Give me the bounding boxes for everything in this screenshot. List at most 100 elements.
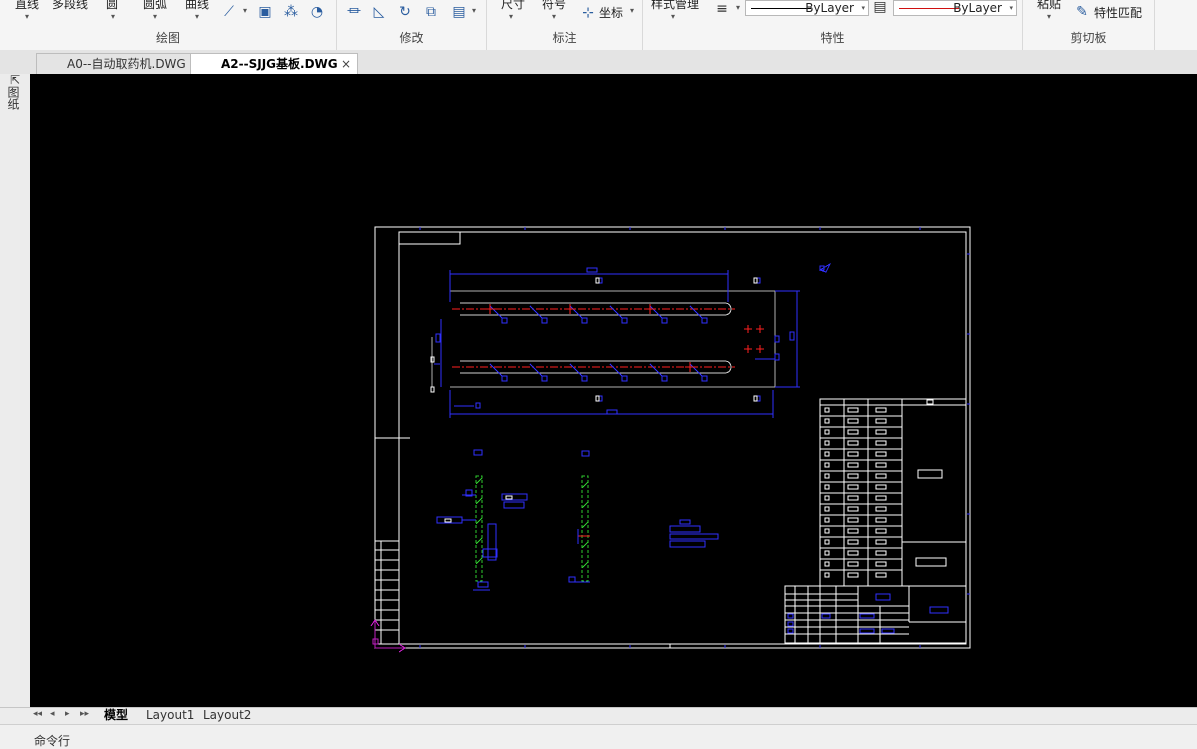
parts-cell-marker xyxy=(824,418,830,424)
last-layout-icon[interactable]: ▸▸ xyxy=(80,709,89,719)
scale-icon[interactable]: ◺ xyxy=(370,3,388,21)
region-icon[interactable]: ◔ xyxy=(308,3,326,21)
dimension-tool[interactable]: 尺寸 xyxy=(501,0,525,12)
stretch-icon[interactable]: ⏛ xyxy=(345,3,363,21)
drawing-canvas[interactable] xyxy=(30,74,1197,707)
ribbon-toolbar: 直线 ▾ 多段线 圆 ▾ 圆弧 ▾ 曲线 ▾ ⟋ ▾ ▣ ⁂ ◔ 绘图 ⏛ ◺ … xyxy=(0,0,1197,51)
parts-cell-marker xyxy=(875,550,887,556)
dimension-tool-dropdown-icon[interactable]: ▾ xyxy=(509,12,513,21)
annotate-group-title: 标注 xyxy=(552,31,577,45)
drawing-panel-toggle[interactable]: ⇱ 图纸 xyxy=(6,74,24,110)
parts-cell-marker xyxy=(875,451,887,457)
polyline-tool[interactable]: 多段线 xyxy=(52,0,88,12)
rotate-icon[interactable]: ↻ xyxy=(396,3,414,21)
parts-cell-marker xyxy=(847,418,859,424)
parts-cell-marker xyxy=(847,451,859,457)
prev-layout-icon[interactable]: ◂ xyxy=(50,709,55,719)
paste-dropdown-icon[interactable]: ▾ xyxy=(1047,12,1051,21)
draw-group: 直线 ▾ 多段线 圆 ▾ 圆弧 ▾ 曲线 ▾ ⟋ ▾ ▣ ⁂ ◔ 绘图 xyxy=(0,0,337,50)
circle-tool[interactable]: 圆 xyxy=(106,0,118,12)
parts-cell-marker xyxy=(847,473,859,479)
color-combo[interactable]: ByLayer ▾ xyxy=(893,0,1017,16)
arc-tool[interactable]: 圆弧 xyxy=(143,0,167,12)
coordinate-tool[interactable]: 坐标 xyxy=(599,4,623,21)
side-panel: ⇱ 图纸 xyxy=(0,74,31,707)
color-dropdown-icon[interactable]: ▾ xyxy=(1009,1,1013,15)
linetype-dropdown-icon[interactable]: ▾ xyxy=(861,1,865,15)
parts-cell-marker xyxy=(875,429,887,435)
parts-cell-marker xyxy=(824,473,830,479)
parts-cell-marker xyxy=(875,561,887,567)
parts-cell-marker xyxy=(875,407,887,413)
coordinate-icon[interactable]: ⊹ xyxy=(579,4,597,22)
parts-cell-marker xyxy=(847,561,859,567)
parts-cell-marker xyxy=(875,506,887,512)
tab-a2-dwg[interactable]: A2--SJJG基板.DWG × xyxy=(190,53,358,74)
layer-properties-icon[interactable]: ▤ xyxy=(871,0,889,16)
curve-tool-dropdown-icon[interactable]: ▾ xyxy=(195,12,199,21)
command-line-area[interactable]: 命令行 xyxy=(0,724,1197,748)
tab-a2-label: A2--SJJG基板.DWG xyxy=(221,57,338,71)
first-layout-icon[interactable]: ◂◂ xyxy=(33,709,42,719)
parts-cell-marker xyxy=(847,495,859,501)
circle-tool-dropdown-icon[interactable]: ▾ xyxy=(111,12,115,21)
hatch-icon[interactable]: ⁂ xyxy=(282,3,300,21)
cad-drawing xyxy=(370,226,971,653)
parts-cell-marker xyxy=(847,440,859,446)
modify-group-title: 修改 xyxy=(399,31,424,45)
parts-cell-marker xyxy=(875,517,887,523)
section-view-right xyxy=(568,450,590,583)
symbol-tool[interactable]: 符号 xyxy=(542,0,566,12)
tab-model[interactable]: 模型 xyxy=(104,708,128,723)
parts-cell-marker xyxy=(847,484,859,490)
linetype-combo[interactable]: ByLayer ▾ xyxy=(745,0,869,16)
parts-cell-marker xyxy=(875,484,887,490)
tab-layout1[interactable]: Layout1 xyxy=(146,708,194,723)
dimension-lines xyxy=(434,262,832,418)
arc-tool-dropdown-icon[interactable]: ▾ xyxy=(153,12,157,21)
match-properties-tool[interactable]: 特性匹配 xyxy=(1094,4,1142,21)
next-layout-icon[interactable]: ▸ xyxy=(65,709,70,719)
parts-cell-marker xyxy=(824,528,830,534)
document-tab-bar: A0--自动取药机.DWG A2--SJJG基板.DWG × xyxy=(0,50,1197,75)
tab-a0-dwg[interactable]: A0--自动取药机.DWG xyxy=(36,53,196,74)
symbol-tool-dropdown-icon[interactable]: ▾ xyxy=(552,12,556,21)
command-line-label: 命令行 xyxy=(34,734,71,748)
style-manager-dropdown-icon[interactable]: ▾ xyxy=(671,12,675,21)
close-tab-icon[interactable]: × xyxy=(341,54,351,74)
revision-table xyxy=(374,540,400,645)
construction-line-dropdown-icon[interactable]: ▾ xyxy=(243,6,247,15)
modify-group: ⏛ ◺ ↻ ⧉ ▤ ▾ 修改 xyxy=(337,0,487,50)
parts-cell-marker xyxy=(824,429,830,435)
parts-cell-marker xyxy=(824,517,830,523)
paste-tool[interactable]: 粘贴 xyxy=(1037,0,1061,12)
match-properties-icon[interactable]: ✎ xyxy=(1073,3,1091,21)
line-tool[interactable]: 直线 xyxy=(15,0,39,12)
sheet-corner-label-box xyxy=(398,231,461,245)
modify-more-dropdown-icon[interactable]: ▾ xyxy=(472,6,476,15)
copy-icon[interactable]: ⧉ xyxy=(422,3,440,21)
parts-cell-marker xyxy=(824,407,830,413)
parts-cell-marker xyxy=(847,506,859,512)
tab-layout2[interactable]: Layout2 xyxy=(203,708,251,723)
draw-group-title: 绘图 xyxy=(155,31,180,45)
base-plate-top-view xyxy=(430,262,832,418)
tab-a0-label: A0--自动取药机.DWG xyxy=(67,57,186,71)
parts-cell-marker xyxy=(875,440,887,446)
rectangle-icon[interactable]: ▣ xyxy=(256,3,274,21)
edit-icon[interactable]: ▤ xyxy=(450,3,468,21)
curve-tool[interactable]: 曲线 xyxy=(185,0,209,12)
construction-line-icon[interactable]: ⟋ xyxy=(220,3,238,21)
line-tool-dropdown-icon[interactable]: ▾ xyxy=(25,12,29,21)
parts-list-table xyxy=(819,398,967,587)
parts-cell-marker xyxy=(824,440,830,446)
properties-group: 样式管理 ▾ ≡ ▾ ByLayer ▾ ▤ ByLayer ▾ 特性 xyxy=(643,0,1023,50)
clipboard-group-title: 剪切板 xyxy=(1070,31,1107,45)
center-crosses xyxy=(485,304,764,372)
coordinate-tool-dropdown-icon[interactable]: ▾ xyxy=(630,6,634,15)
parts-cell-marker xyxy=(875,495,887,501)
style-manager-tool[interactable]: 样式管理 xyxy=(651,0,699,12)
lineweight-dropdown-icon[interactable]: ▾ xyxy=(736,3,740,12)
lineweight-icon[interactable]: ≡ xyxy=(713,0,731,18)
parts-cell-marker xyxy=(847,517,859,523)
